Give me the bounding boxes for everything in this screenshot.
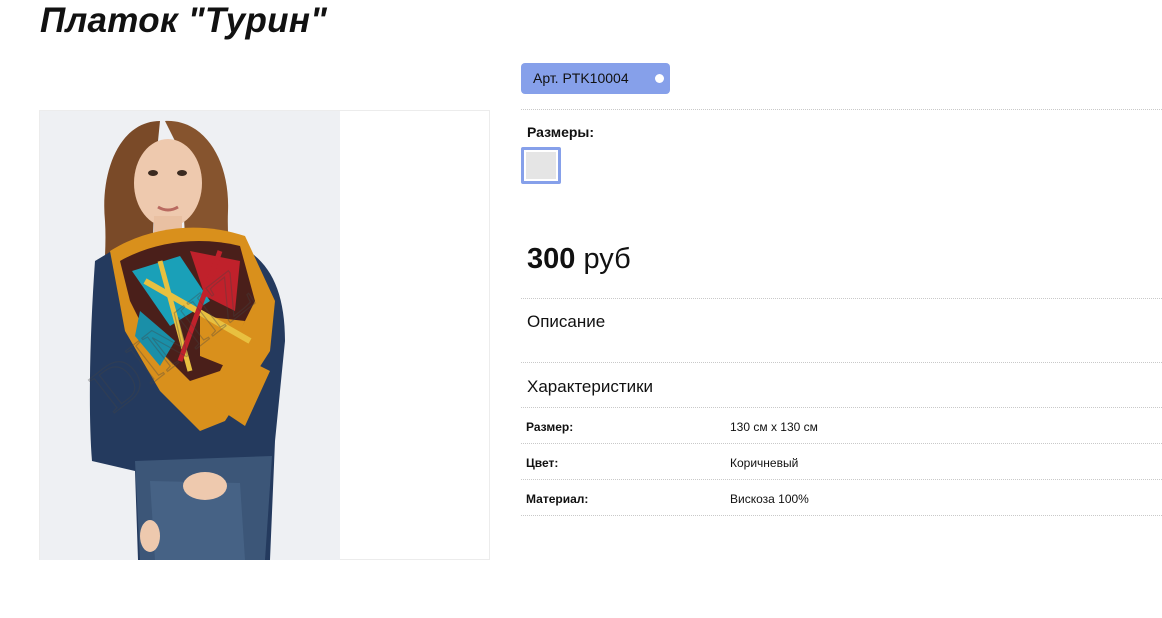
spec-value: Коричневый bbox=[730, 456, 799, 470]
divider bbox=[521, 362, 1162, 363]
product-photo[interactable]: DIMIZ bbox=[40, 111, 340, 560]
spec-label: Размер: bbox=[526, 420, 574, 434]
spec-row-color: Цвет: Коричневый bbox=[521, 444, 1162, 480]
specs-title[interactable]: Характеристики bbox=[527, 377, 653, 397]
sku-text: Арт. PTK10004 bbox=[533, 70, 629, 86]
spec-value: 130 см х 130 см bbox=[730, 420, 818, 434]
sizes-label: Размеры: bbox=[527, 124, 595, 140]
description-title[interactable]: Описание bbox=[527, 312, 605, 332]
price-currency: руб bbox=[583, 243, 631, 275]
dot-icon bbox=[655, 74, 664, 83]
size-swatch-fill bbox=[526, 152, 556, 179]
divider bbox=[521, 109, 1162, 110]
product-title: Платок "Турин" bbox=[40, 1, 328, 40]
spec-label: Цвет: bbox=[526, 456, 559, 470]
divider bbox=[521, 298, 1162, 299]
spec-value: Вискоза 100% bbox=[730, 492, 809, 506]
spec-row-size: Размер: 130 см х 130 см bbox=[521, 408, 1162, 444]
spec-row-material: Материал: Вискоза 100% bbox=[521, 480, 1162, 516]
price: 300 руб bbox=[527, 243, 631, 276]
product-image-frame[interactable]: DIMIZ bbox=[39, 110, 490, 560]
price-value: 300 bbox=[527, 243, 576, 275]
spec-label: Материал: bbox=[526, 492, 589, 506]
sku-badge: Арт. PTK10004 bbox=[521, 63, 670, 94]
size-option-swatch[interactable] bbox=[521, 147, 561, 184]
